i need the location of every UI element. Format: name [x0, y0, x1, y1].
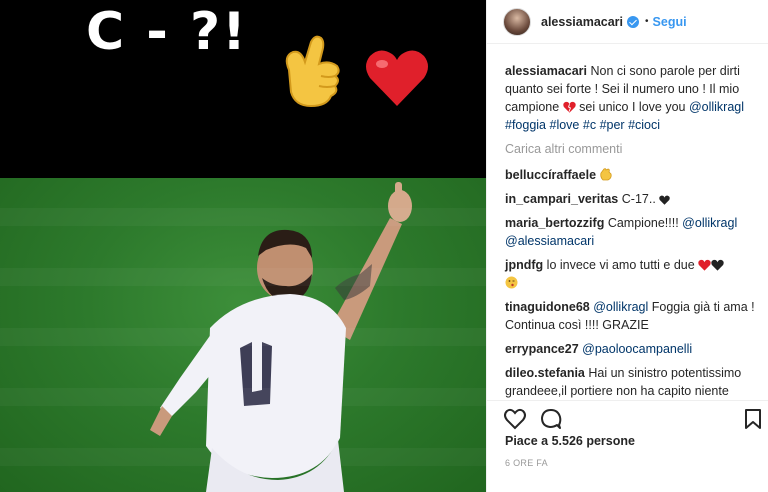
red-heart-emoji-icon	[698, 259, 711, 271]
comment-username[interactable]: belluccíraffaele	[505, 168, 596, 182]
heart-icon[interactable]	[503, 407, 527, 431]
hashtag-c[interactable]: #c	[583, 118, 596, 132]
likes-count[interactable]: Piace a 5.526 persone	[505, 434, 635, 448]
comment-username[interactable]: in_campari_veritas	[505, 192, 618, 206]
caption: alessiamacari Non ci sono parole per dir…	[505, 62, 755, 134]
bookmark-icon[interactable]	[741, 407, 765, 431]
broken-heart-emoji-icon	[562, 101, 576, 113]
comment-icon[interactable]	[539, 407, 563, 431]
header-username[interactable]: alessiamacari	[541, 15, 623, 29]
comment-text: Campione!!!!	[607, 216, 683, 230]
hashtag-foggia[interactable]: #foggia	[505, 118, 546, 132]
comment-text: lo invece vi amo tutti e due	[546, 258, 699, 272]
comment-mention[interactable]: @ollikragl	[682, 216, 737, 230]
caption-username[interactable]: alessiamacari	[505, 64, 587, 78]
winking-kiss-emoji-icon	[505, 276, 518, 289]
comment-mention[interactable]: @alessiamacari	[505, 234, 594, 248]
post-actions	[487, 400, 768, 436]
separator-dot: •	[645, 16, 649, 27]
comment-item: jpndfg lo invece vi amo tutti e due	[505, 256, 755, 292]
post-side-panel: alessiamacari • Segui alessiamacari Non …	[486, 0, 768, 492]
red-heart-emoji-icon	[366, 50, 428, 106]
post-timestamp: 6 ORE FA	[505, 458, 548, 468]
comment-item: errypance27 @paoloocampanelli	[505, 340, 755, 358]
comment-item: in_campari_veritas C-17..	[505, 190, 755, 208]
comment-mention[interactable]: @ollikragl	[593, 300, 648, 314]
comment-username[interactable]: dileo.stefania	[505, 366, 585, 380]
comment-item: maria_bertozzifg Campione!!!! @ollikragl…	[505, 214, 755, 250]
clapping-hand-emoji-icon	[599, 168, 612, 181]
follow-button[interactable]: Segui	[653, 15, 687, 29]
comment-item: belluccíraffaele	[505, 166, 755, 184]
caption-mention[interactable]: @ollikragl	[689, 100, 744, 114]
hashtag-love[interactable]: #love	[550, 118, 580, 132]
comment-item: dileo.stefania Hai un sinistro potentiss…	[505, 364, 755, 400]
comment-mention[interactable]: @paoloocampanelli	[582, 342, 692, 356]
comment-text: C-17..	[621, 192, 656, 206]
comment-username[interactable]: tinaguidone68	[505, 300, 590, 314]
comment-username[interactable]: jpndfg	[505, 258, 543, 272]
call-me-hand-emoji-icon	[285, 35, 340, 108]
avatar[interactable]	[503, 7, 531, 36]
overlay-text: C - ?!	[86, 2, 248, 62]
comment-username[interactable]: maria_bertozzifg	[505, 216, 604, 230]
post-media[interactable]: C - ?!	[0, 0, 486, 492]
post-header: alessiamacari • Segui	[487, 0, 768, 44]
black-heart-emoji-icon	[659, 195, 671, 205]
media-black-area: C - ?!	[0, 0, 486, 178]
comment-username[interactable]: errypance27	[505, 342, 579, 356]
hashtag-per[interactable]: #per	[600, 118, 625, 132]
caption-text-2: sei unico I love you	[575, 100, 689, 114]
load-more-comments[interactable]: Carica altri commenti	[505, 140, 755, 158]
comments-list[interactable]: alessiamacari Non ci sono parole per dir…	[487, 62, 768, 400]
hashtag-cioci[interactable]: #cioci	[628, 118, 660, 132]
verified-badge-icon	[627, 15, 640, 28]
football-pitch-photo	[0, 178, 486, 492]
comment-item: tinaguidone68 @ollikragl Foggia già ti a…	[505, 298, 755, 334]
black-heart-emoji-icon	[711, 259, 724, 271]
